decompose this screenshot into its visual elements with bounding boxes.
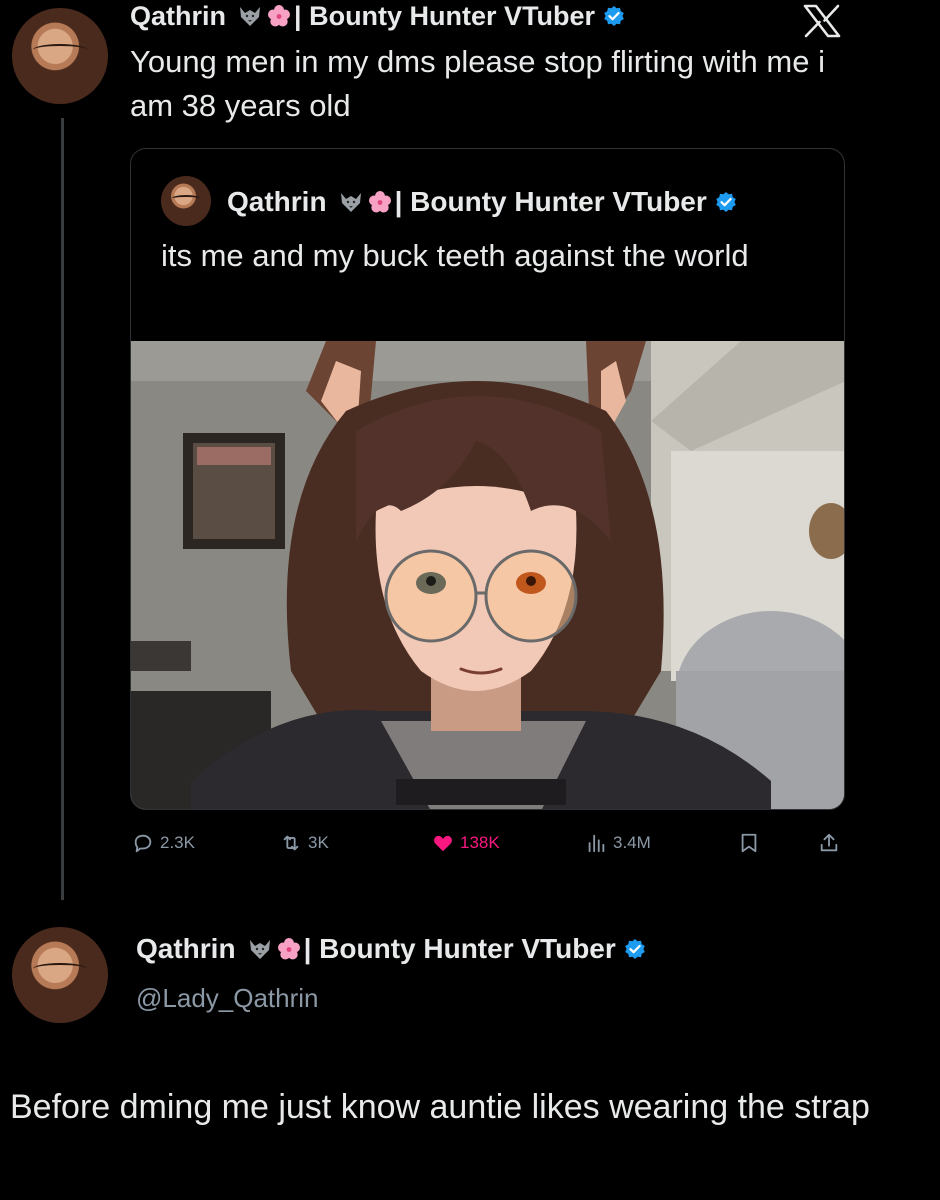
name-suffix: | Bounty Hunter VTuber	[294, 0, 596, 31]
author-name-row[interactable]: Qathrin | Bounty Hunter VTuber	[130, 0, 625, 32]
reply-text: Before dming me just know auntie likes w…	[10, 1088, 870, 1126]
like-count: 138K	[460, 833, 500, 852]
bookmark-button[interactable]	[738, 832, 760, 854]
reply-display-name: Qathrin	[136, 933, 236, 964]
repost-count: 3K	[308, 833, 329, 852]
reply-author-name-row[interactable]: Qathrin | Bounty Hunter VTuber	[136, 932, 646, 966]
wolf-emoji-icon	[339, 191, 363, 213]
reply-button[interactable]: 2.3K	[132, 832, 195, 854]
cherry-blossom-emoji-icon	[368, 191, 391, 213]
tweet-action-bar: 2.3K 3K 138K 3.4M	[130, 832, 845, 862]
like-heart-icon	[434, 835, 452, 852]
repost-icon	[283, 835, 299, 851]
quote-text: its me and my buck teeth against the wor…	[161, 238, 749, 273]
x-logo-icon	[803, 4, 841, 38]
quote-avatar	[161, 176, 211, 226]
reply-handle[interactable]: @Lady_Qathrin	[136, 982, 319, 1014]
repost-button[interactable]: 3K	[280, 832, 329, 854]
bookmark-icon	[741, 833, 757, 853]
vtuber-image	[131, 341, 844, 809]
reply-count: 2.3K	[160, 833, 195, 852]
thread-line	[61, 118, 64, 900]
views-count: 3.4M	[613, 833, 651, 852]
quote-display-name: Qathrin	[227, 186, 327, 217]
quoted-tweet-card[interactable]: Qathrin | Bounty Hunter VTuber its me an…	[130, 148, 845, 810]
reply-icon	[134, 834, 152, 853]
verified-badge-icon	[715, 191, 737, 213]
quote-name-suffix: | Bounty Hunter VTuber	[394, 186, 707, 217]
quote-author-name-row: Qathrin | Bounty Hunter VTuber	[227, 185, 737, 219]
verified-badge-icon	[603, 5, 625, 27]
share-button[interactable]	[818, 832, 840, 854]
like-button[interactable]: 138K	[432, 832, 500, 854]
cherry-blossom-emoji-icon	[277, 938, 300, 960]
verified-badge-icon	[624, 938, 646, 960]
views-icon	[588, 834, 605, 853]
share-icon	[820, 833, 838, 852]
reply-avatar[interactable]	[12, 927, 108, 1023]
quote-media-image[interactable]	[131, 341, 844, 809]
wolf-emoji-icon	[238, 5, 262, 27]
cherry-blossom-emoji-icon	[268, 5, 291, 27]
tweet-text: Young men in my dms please stop flirting…	[130, 44, 825, 123]
wolf-emoji-icon	[248, 938, 272, 960]
display-name: Qathrin	[130, 0, 227, 31]
avatar[interactable]	[12, 8, 108, 104]
reply-name-suffix: | Bounty Hunter VTuber	[303, 933, 616, 964]
views-button[interactable]: 3.4M	[585, 832, 651, 854]
